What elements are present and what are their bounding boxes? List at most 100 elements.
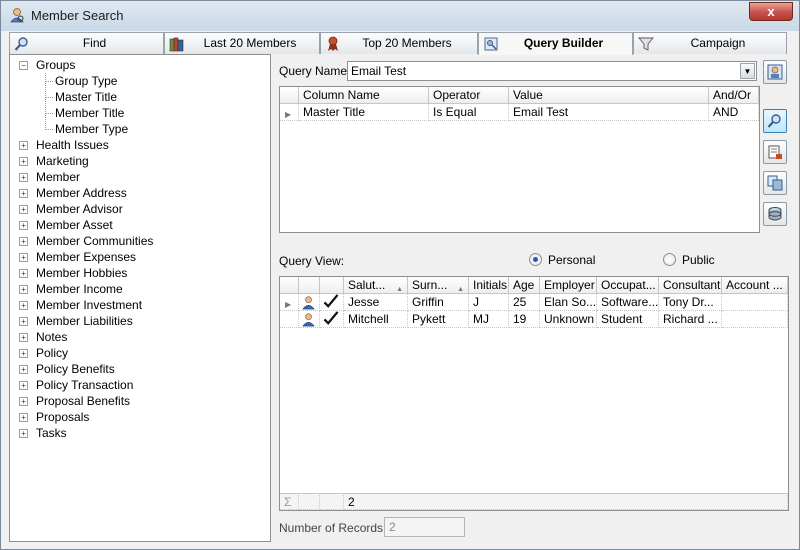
- salutation-cell[interactable]: Mitchell: [344, 311, 408, 328]
- tree-node[interactable]: Proposals: [36, 409, 89, 425]
- consultant-cell[interactable]: Richard ...: [659, 311, 722, 328]
- tree-node[interactable]: Notes: [36, 329, 67, 345]
- copy-button[interactable]: [763, 171, 787, 195]
- column-header[interactable]: Occupat...: [597, 277, 659, 294]
- account-cell[interactable]: [722, 294, 788, 311]
- tree-node[interactable]: Member Asset: [36, 217, 113, 233]
- tree-node[interactable]: Member Communities: [36, 233, 153, 249]
- export-button[interactable]: [763, 140, 787, 164]
- criteria-value-cell[interactable]: Email Test: [509, 104, 709, 121]
- database-button[interactable]: [763, 202, 787, 226]
- column-header[interactable]: Operator: [429, 87, 509, 104]
- tab-find[interactable]: Find: [9, 32, 164, 54]
- column-header[interactable]: And/Or: [709, 87, 759, 104]
- expand-icon[interactable]: +: [19, 349, 28, 358]
- expand-icon[interactable]: +: [19, 365, 28, 374]
- table-row[interactable]: [299, 311, 320, 328]
- column-header[interactable]: Surn... ▲: [408, 277, 469, 294]
- tree-node[interactable]: Member Expenses: [36, 249, 136, 265]
- close-button[interactable]: x: [749, 2, 793, 21]
- tab-query-builder[interactable]: Query Builder: [478, 32, 633, 55]
- tree-node[interactable]: Member Advisor: [36, 201, 123, 217]
- account-cell[interactable]: [722, 311, 788, 328]
- tree-node-child[interactable]: Group Type: [55, 73, 117, 89]
- tree-node[interactable]: Proposal Benefits: [36, 393, 130, 409]
- occupation-cell[interactable]: Software...: [597, 294, 659, 311]
- tree-node[interactable]: Member Liabilities: [36, 313, 133, 329]
- query-name-combo[interactable]: Email Test ▼: [347, 61, 757, 81]
- column-header[interactable]: Account ...: [722, 277, 788, 294]
- column-header[interactable]: Column Name: [299, 87, 429, 104]
- expand-icon[interactable]: +: [19, 253, 28, 262]
- column-header[interactable]: Consultant: [659, 277, 722, 294]
- tree-node[interactable]: Health Issues: [36, 137, 109, 153]
- tree-node[interactable]: Member: [36, 169, 80, 185]
- public-radio-label[interactable]: Public: [682, 253, 715, 267]
- tree-node[interactable]: Member Investment: [36, 297, 142, 313]
- expand-icon[interactable]: +: [19, 221, 28, 230]
- collapse-icon[interactable]: −: [19, 61, 28, 70]
- expand-icon[interactable]: +: [19, 285, 28, 294]
- initials-cell[interactable]: MJ: [469, 311, 509, 328]
- table-row[interactable]: [320, 311, 344, 328]
- run-query-button[interactable]: [763, 109, 787, 133]
- column-header[interactable]: Initials: [469, 277, 509, 294]
- chevron-down-icon[interactable]: ▼: [740, 63, 755, 79]
- tree-node-groups[interactable]: Groups: [36, 57, 75, 73]
- expand-icon[interactable]: +: [19, 317, 28, 326]
- expand-icon[interactable]: +: [19, 333, 28, 342]
- age-cell[interactable]: 19: [509, 311, 540, 328]
- table-row[interactable]: [320, 294, 344, 311]
- save-query-button[interactable]: [763, 60, 787, 84]
- title-bar[interactable]: Member Search x: [1, 1, 799, 31]
- occupation-cell[interactable]: Student: [597, 311, 659, 328]
- criteria-andor-cell[interactable]: AND: [709, 104, 759, 121]
- salutation-cell[interactable]: Jesse: [344, 294, 408, 311]
- tree-node[interactable]: Member Income: [36, 281, 123, 297]
- expand-icon[interactable]: +: [19, 141, 28, 150]
- criteria-grid[interactable]: Column Name Operator Value And/Or ▶ Mast…: [279, 86, 760, 233]
- tree-node-child[interactable]: Master Title: [55, 89, 117, 105]
- table-row[interactable]: [299, 294, 320, 311]
- column-header[interactable]: Employer: [540, 277, 597, 294]
- employer-cell[interactable]: Elan So...: [540, 294, 597, 311]
- criteria-column-cell[interactable]: Master Title: [299, 104, 429, 121]
- expand-icon[interactable]: +: [19, 269, 28, 278]
- row-selector[interactable]: ▶: [280, 294, 299, 311]
- tree-node[interactable]: Member Hobbies: [36, 265, 127, 281]
- row-selector[interactable]: ▶: [280, 104, 299, 121]
- expand-icon[interactable]: +: [19, 397, 28, 406]
- tree-node-child[interactable]: Member Title: [55, 105, 124, 121]
- tree-node[interactable]: Marketing: [36, 153, 89, 169]
- expand-icon[interactable]: +: [19, 413, 28, 422]
- column-header[interactable]: Value: [509, 87, 709, 104]
- surname-cell[interactable]: Pykett: [408, 311, 469, 328]
- expand-icon[interactable]: +: [19, 429, 28, 438]
- tab-last-20-members[interactable]: Last 20 Members: [164, 32, 320, 54]
- tree-node-child[interactable]: Member Type: [55, 121, 128, 137]
- expand-icon[interactable]: +: [19, 189, 28, 198]
- expand-icon[interactable]: +: [19, 157, 28, 166]
- tab-top-20-members[interactable]: Top 20 Members: [320, 32, 478, 54]
- surname-cell[interactable]: Griffin: [408, 294, 469, 311]
- tree-node[interactable]: Policy Transaction: [36, 377, 133, 393]
- employer-cell[interactable]: Unknown: [540, 311, 597, 328]
- criteria-operator-cell[interactable]: Is Equal: [429, 104, 509, 121]
- personal-radio-label[interactable]: Personal: [548, 253, 595, 267]
- tree-node[interactable]: Policy: [36, 345, 68, 361]
- consultant-cell[interactable]: Tony Dr...: [659, 294, 722, 311]
- expand-icon[interactable]: +: [19, 381, 28, 390]
- age-cell[interactable]: 25: [509, 294, 540, 311]
- personal-radio[interactable]: [529, 253, 542, 266]
- public-radio[interactable]: [663, 253, 676, 266]
- expand-icon[interactable]: +: [19, 301, 28, 310]
- results-grid[interactable]: Salut... ▲ Surn... ▲ Initials Age Employer…: [279, 276, 789, 511]
- tree-node[interactable]: Tasks: [36, 425, 67, 441]
- row-selector[interactable]: [280, 311, 299, 328]
- tab-campaign[interactable]: Campaign: [633, 32, 787, 54]
- expand-icon[interactable]: +: [19, 205, 28, 214]
- column-header[interactable]: Age: [509, 277, 540, 294]
- table-tree[interactable]: − Groups Group Type Master Title Member …: [9, 54, 271, 542]
- column-header[interactable]: Salut... ▲: [344, 277, 408, 294]
- tree-node[interactable]: Policy Benefits: [36, 361, 115, 377]
